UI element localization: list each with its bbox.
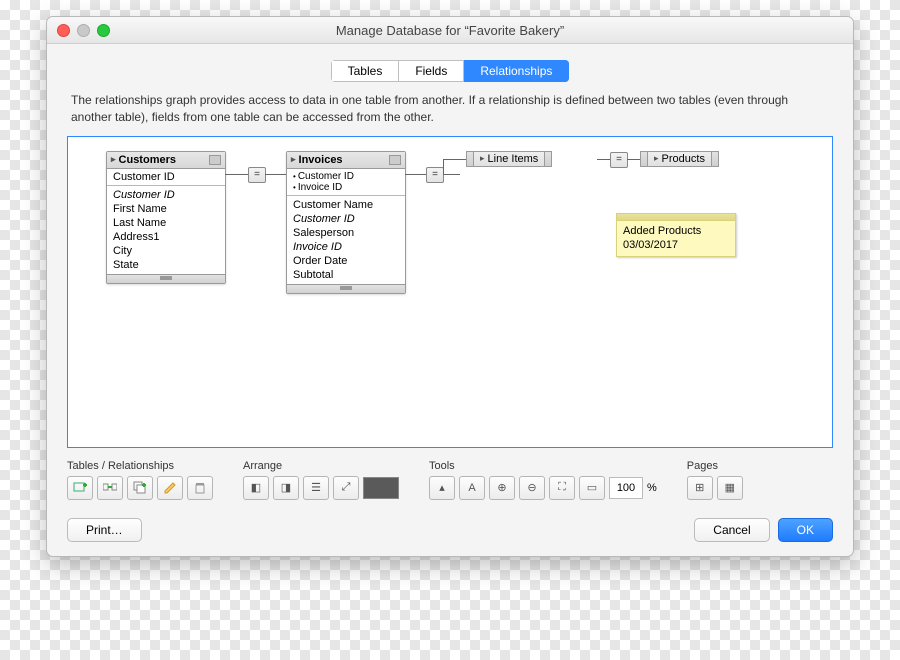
table-resize-icon[interactable] [287,284,405,293]
ok-button[interactable]: OK [778,518,833,542]
expand-icon[interactable]: ▸ [654,153,659,164]
table-handle-icon[interactable] [544,151,552,167]
titlebar[interactable]: Manage Database for “Favorite Bakery” [47,17,853,44]
group-label: Tables / Relationships [67,460,213,472]
field-list: Customer ID First Name Last Name Address… [107,186,225,274]
table-header[interactable]: ▸ Invoices [287,152,405,169]
resize-button[interactable]: ⤢ [333,476,359,500]
relationship-line[interactable] [225,174,248,175]
zoom-icon[interactable] [97,24,110,37]
tab-relationships[interactable]: Relationships [464,60,569,82]
field-list: Customer Name Customer ID Salesperson In… [287,196,405,284]
tab-tables[interactable]: Tables [331,60,400,82]
relationship-line[interactable] [405,174,426,175]
delete-button[interactable] [187,476,213,500]
table-handle-icon[interactable] [466,151,474,167]
relationship-line[interactable] [443,174,460,175]
note-tool-button[interactable]: A [459,476,485,500]
field-item[interactable]: State [107,258,225,272]
manage-database-window: Manage Database for “Favorite Bakery” Ta… [46,16,854,557]
relationships-canvas[interactable]: ▸ Customers Customer ID Customer ID Firs… [67,136,833,448]
print-button[interactable]: Print… [67,518,142,542]
tab-bar: Tables Fields Relationships [67,60,833,82]
field-item[interactable]: Invoice ID [287,240,405,254]
table-line-items[interactable]: ▸Line Items [466,151,596,167]
field-item[interactable]: Order Date [287,254,405,268]
align-vertical-button[interactable]: ◨ [273,476,299,500]
table-header[interactable]: ▸ Customers [107,152,225,169]
table-customers[interactable]: ▸ Customers Customer ID Customer ID Firs… [106,151,226,284]
field-item[interactable]: First Name [107,202,225,216]
minimize-icon[interactable] [77,24,90,37]
color-swatch[interactable] [363,477,399,499]
table-title: Invoices [299,154,343,166]
zoom-in-button[interactable]: ⊕ [489,476,515,500]
relationship-line[interactable] [443,159,444,174]
note-line: Added Products [623,224,729,238]
close-icon[interactable] [57,24,70,37]
canvas-note[interactable]: Added Products 03/03/2017 [616,213,736,258]
field-item[interactable]: Subtotal [287,268,405,282]
table-products[interactable]: ▸Products [640,151,750,167]
relationship-line[interactable] [627,159,640,160]
relationship-operator[interactable]: = [610,152,628,168]
table-menu-icon[interactable] [209,155,221,165]
duplicate-table-button[interactable] [127,476,153,500]
field-item[interactable]: Salesperson [287,226,405,240]
relationship-line[interactable] [443,159,466,160]
align-left-button[interactable]: ◧ [243,476,269,500]
field-item[interactable]: Address1 [107,230,225,244]
distribute-button[interactable]: ☰ [303,476,329,500]
zoom-input[interactable] [609,477,643,499]
table-handle-icon[interactable] [640,151,648,167]
select-all-button[interactable]: ▭ [579,476,605,500]
field-item[interactable]: Customer ID [107,188,225,202]
table-title: Customers [119,154,176,166]
expand-icon[interactable]: ▸ [111,154,116,165]
note-header[interactable] [617,214,735,221]
page-setup-button[interactable]: ▦ [717,476,743,500]
pointer-tool-button[interactable]: ▴ [429,476,455,500]
field-item[interactable]: Last Name [107,216,225,230]
table-invoices[interactable]: ▸ Invoices •Customer ID •Invoice ID Cust… [286,151,406,294]
group-label: Tools [429,460,657,472]
description-text: The relationships graph provides access … [71,92,829,126]
table-title: Line Items [488,153,539,165]
add-relationship-button[interactable] [97,476,123,500]
group-label: Pages [687,460,743,472]
table-handle-icon[interactable] [711,151,719,167]
field-item[interactable]: Customer ID [287,212,405,226]
toolbar: Tables / Relationships Arrange ◧ ◨ ☰ ⤢ [67,460,833,500]
relationship-line[interactable] [265,174,286,175]
relationship-line[interactable] [597,159,610,160]
zoom-fit-button[interactable]: ⛶ [549,476,575,500]
zoom-suffix: % [647,482,657,494]
key-field[interactable]: •Customer ID •Invoice ID [287,169,405,196]
window-title: Manage Database for “Favorite Bakery” [47,23,853,38]
group-label: Arrange [243,460,399,472]
note-line: 03/03/2017 [623,238,729,252]
dialog-footer: Print… Cancel OK [67,518,833,542]
edit-button[interactable] [157,476,183,500]
table-menu-icon[interactable] [389,155,401,165]
field-item[interactable]: City [107,244,225,258]
expand-icon[interactable]: ▸ [291,154,296,165]
table-title: Products [662,153,705,165]
key-field[interactable]: Customer ID [107,169,225,186]
zoom-out-button[interactable]: ⊖ [519,476,545,500]
page-breaks-button[interactable]: ⊞ [687,476,713,500]
field-item[interactable]: Customer Name [287,198,405,212]
tab-fields[interactable]: Fields [399,60,464,82]
relationship-operator[interactable]: = [426,167,444,183]
add-table-button[interactable] [67,476,93,500]
expand-icon[interactable]: ▸ [480,153,485,164]
table-resize-icon[interactable] [107,274,225,283]
cancel-button[interactable]: Cancel [694,518,769,542]
relationship-operator[interactable]: = [248,167,266,183]
